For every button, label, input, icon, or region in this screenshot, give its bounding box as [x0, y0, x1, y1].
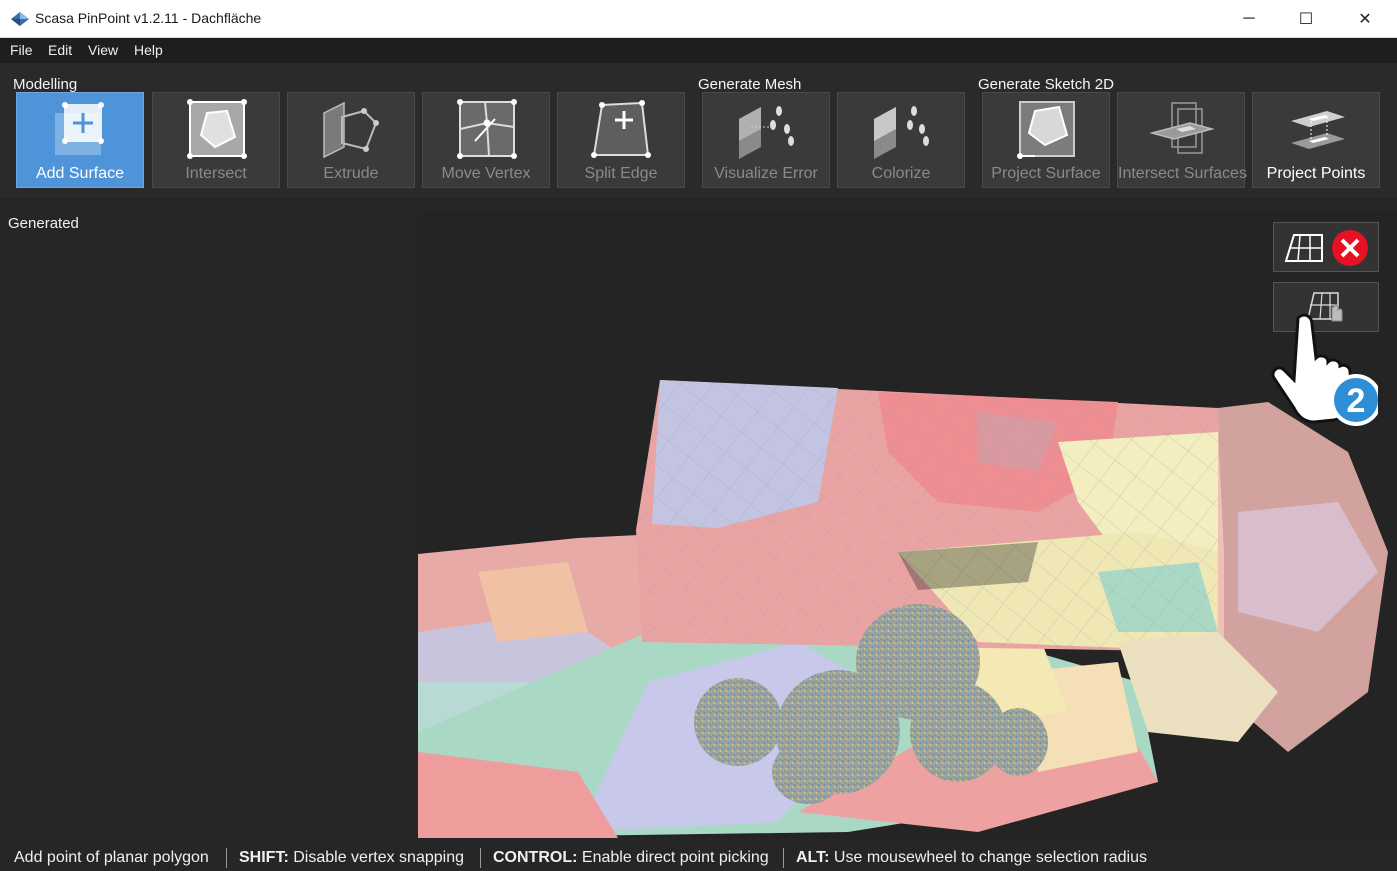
generated-panel: Generated [0, 198, 418, 838]
extrude-label: Extrude [323, 165, 379, 182]
status-control: CONTROL: Enable direct point picking [493, 849, 769, 867]
project-points-icon [1291, 111, 1345, 149]
colorize-button[interactable]: Colorize [837, 92, 965, 188]
status-shift: SHIFT: Disable vertex snapping [239, 849, 464, 867]
move-vertex-icon [457, 99, 517, 159]
visualize-error-label: Visualize Error [714, 165, 818, 182]
add-surface-button[interactable]: Add Surface [16, 92, 144, 188]
intersect-surfaces-button[interactable]: Intersect Surfaces [1117, 92, 1247, 188]
status-hint: Add point of planar polygon [14, 849, 209, 866]
3d-viewport[interactable]: 2 [418, 212, 1397, 838]
extrude-icon [323, 101, 379, 159]
app-window: Scasa PinPoint v1.2.11 - Dachfläche ─ ☐ … [0, 0, 1397, 871]
point-cloud-scene[interactable] [418, 212, 1397, 838]
group-label-modelling: Modelling [13, 76, 78, 93]
intersect-surfaces-label: Intersect Surfaces [1118, 165, 1247, 182]
project-surface-label: Project Surface [991, 165, 1101, 182]
hint-badge-number: 2 [1347, 382, 1366, 420]
menu-bar: File Edit View Help [0, 38, 1397, 63]
status-control-key: CONTROL: [493, 849, 578, 866]
tutorial-hand-pointer-icon: 2 [1271, 313, 1378, 426]
intersect-surfaces-icon [1150, 102, 1214, 154]
status-separator [783, 848, 784, 868]
minimize-button[interactable]: ─ [1226, 0, 1272, 38]
generated-panel-title: Generated [8, 215, 79, 232]
group-label-generate-mesh: Generate Mesh [698, 76, 802, 93]
status-control-text: Enable direct point picking [581, 849, 769, 866]
window-title: Scasa PinPoint v1.2.11 - Dachfläche [35, 10, 262, 26]
status-alt: ALT: Use mousewheel to change selection … [796, 849, 1147, 867]
intersect-button[interactable]: Intersect [152, 92, 280, 188]
project-points-label: Project Points [1266, 165, 1366, 182]
visualize-error-button[interactable]: Visualize Error [702, 92, 830, 188]
grid-cancel-icon [1284, 230, 1368, 266]
cancel-grid-button[interactable] [1273, 222, 1379, 272]
split-edge-label: Split Edge [584, 165, 658, 182]
project-surface-icon [1017, 101, 1075, 159]
status-bar: Add point of planar polygon SHIFT: Disab… [0, 844, 1397, 871]
status-alt-text: Use mousewheel to change selection radiu… [833, 849, 1147, 866]
app-logo-icon [11, 12, 29, 26]
extrude-button[interactable]: Extrude [287, 92, 415, 188]
project-points-button[interactable]: Project Points [1252, 92, 1380, 188]
visualize-error-icon [739, 106, 794, 159]
status-shift-key: SHIFT: [239, 849, 289, 866]
status-alt-key: ALT: [796, 849, 830, 866]
menu-view[interactable]: View [88, 42, 118, 58]
ribbon-toolbar: Modelling Generate Mesh Generate Sketch … [0, 63, 1397, 198]
colorize-label: Colorize [871, 165, 931, 182]
move-vertex-button[interactable]: Move Vertex [422, 92, 550, 188]
menu-edit[interactable]: Edit [48, 42, 72, 58]
group-label-generate-sketch: Generate Sketch 2D [978, 76, 1114, 93]
intersect-label: Intersect [185, 165, 247, 182]
status-separator [226, 848, 227, 868]
title-bar: Scasa PinPoint v1.2.11 - Dachfläche ─ ☐ … [0, 0, 1397, 38]
maximize-button[interactable]: ☐ [1283, 0, 1329, 38]
project-surface-button[interactable]: Project Surface [982, 92, 1110, 188]
close-button[interactable]: ✕ [1342, 0, 1388, 38]
colorize-icon [874, 106, 929, 159]
intersect-icon [187, 99, 247, 159]
move-vertex-label: Move Vertex [441, 165, 531, 182]
status-shift-text: Disable vertex snapping [293, 849, 464, 866]
add-surface-label: Add Surface [35, 165, 125, 182]
menu-file[interactable]: File [10, 42, 33, 58]
add-surface-icon [55, 102, 104, 155]
status-separator [480, 848, 481, 868]
split-edge-button[interactable]: Split Edge [557, 92, 685, 188]
menu-help[interactable]: Help [134, 42, 163, 58]
split-edge-icon [591, 100, 651, 158]
